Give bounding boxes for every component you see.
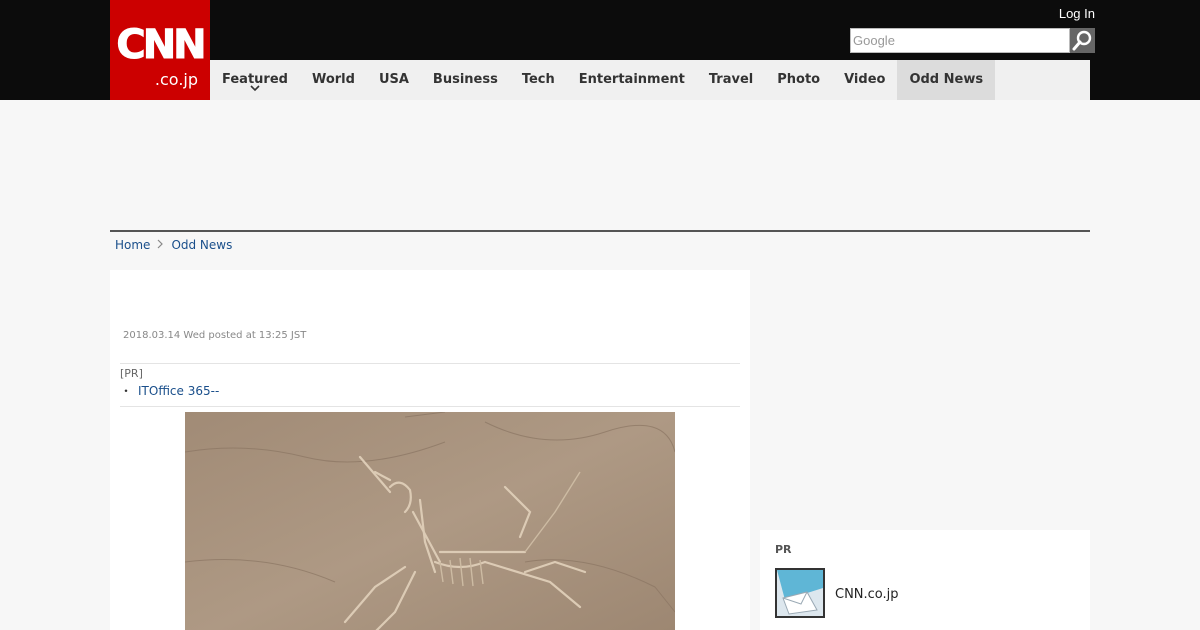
sidebar-pr-card: PR CNN.co.jp (760, 530, 1090, 630)
search-placeholder: Google (853, 33, 895, 48)
nav-item-usa[interactable]: USA (367, 60, 421, 100)
chevron-down-icon (249, 84, 261, 96)
nav-item-entertainment[interactable]: Entertainment (567, 60, 697, 100)
pr-block: [PR] ・ ITOffice 365-- (120, 363, 740, 407)
bullet: ・ (120, 384, 133, 398)
nav-label: Photo (777, 72, 821, 87)
pr-label: [PR] (120, 367, 143, 380)
nav-item-odd-news[interactable]: Odd News (897, 60, 996, 100)
nav-item-photo[interactable]: Photo (765, 60, 832, 100)
main-nav: Featured World USA Business Tech Enterta… (210, 60, 1090, 100)
ad-divider (110, 230, 1090, 232)
login-link[interactable]: Log In (1059, 6, 1095, 21)
article-image (185, 412, 675, 630)
nav-label: USA (378, 72, 409, 87)
pr-list-item: ・ ITOffice 365-- (120, 382, 740, 400)
nav-label: Video (844, 72, 886, 87)
nav-label: Travel (708, 72, 754, 87)
cnn-logo[interactable]: CNN .co.jp (110, 0, 210, 100)
search-input[interactable]: Google (850, 28, 1070, 53)
article-card: 2018.03.14 Wed posted at 13:25 JST [PR] … (110, 270, 750, 630)
logo-main-text: CNN (116, 22, 207, 69)
chevron-right-icon (157, 238, 164, 252)
search-icon (1072, 30, 1092, 51)
nav-label: Odd News (909, 72, 984, 87)
nav-item-tech[interactable]: Tech (510, 60, 567, 100)
nav-label: Entertainment (578, 72, 685, 87)
envelope-icon (777, 570, 823, 616)
breadcrumb-current[interactable]: Odd News (171, 238, 232, 252)
search-button[interactable] (1070, 28, 1095, 53)
nav-item-world[interactable]: World (300, 60, 367, 100)
logo-sub-text: .co.jp (154, 70, 198, 89)
fossil-illustration (185, 412, 675, 630)
sidebar-pr-heading: PR (775, 543, 792, 556)
post-date: 2018.03.14 Wed posted at 13:25 JST (123, 330, 307, 341)
nav-label: Business (432, 72, 498, 87)
nav-item-video[interactable]: Video (832, 60, 897, 100)
nav-item-featured[interactable]: Featured (210, 60, 300, 100)
sidebar-thumbnail[interactable] (775, 568, 825, 618)
pr-link[interactable]: ITOffice 365-- (138, 384, 219, 398)
nav-item-business[interactable]: Business (421, 60, 510, 100)
breadcrumb-home[interactable]: Home (115, 238, 150, 252)
nav-label: Tech (521, 72, 555, 87)
nav-label: World (311, 72, 355, 87)
sidebar-pr-text[interactable]: CNN.co.jp (835, 587, 899, 602)
nav-item-travel[interactable]: Travel (697, 60, 765, 100)
breadcrumb: Home Odd News (115, 238, 232, 252)
